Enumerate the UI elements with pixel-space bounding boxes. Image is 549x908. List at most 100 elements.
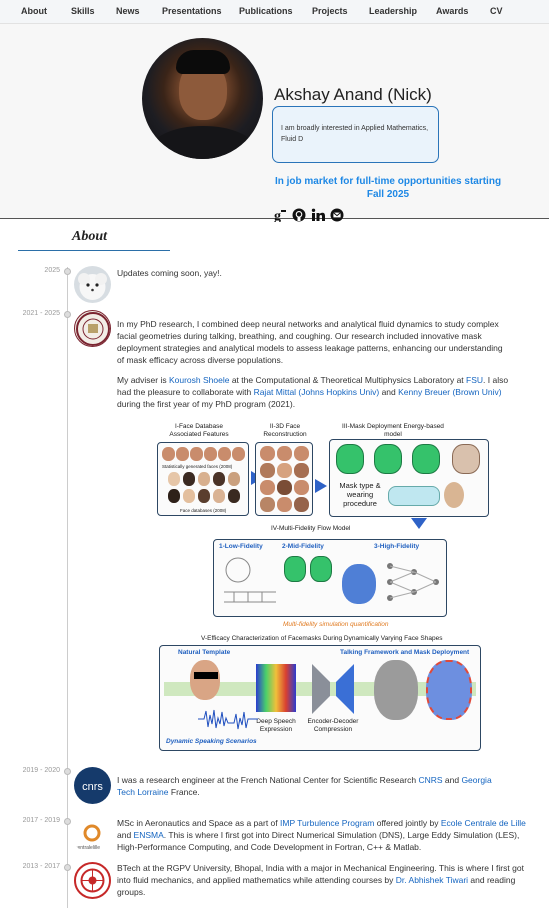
timeline-text-adviser: My adviser is Kourosh Shoele at the Comp… [117, 374, 509, 410]
circuit-diagram [224, 557, 276, 603]
linkedin-icon[interactable] [311, 208, 325, 222]
profile-name: Akshay Anand (Nick) [274, 85, 432, 104]
panel-efficacy-title: V-Efficacy Characterization of Facemasks… [201, 635, 443, 642]
text-span: and [442, 775, 462, 785]
link-fsu[interactable]: FSU [466, 375, 483, 385]
text-span: offered jointly by [374, 818, 441, 828]
timeline-dot [64, 768, 71, 775]
timeline-text-msc: MSc in Aeronautics and Space as a part o… [117, 817, 539, 853]
high-fidelity-label: 3-High-Fidelity [374, 543, 420, 550]
mask-shape [388, 486, 440, 506]
low-fidelity-label: 1-Low-Fidelity [219, 543, 263, 550]
link-abhishek-tiwari[interactable]: Dr. Abhishek Tiwari [396, 875, 468, 885]
nav-awards[interactable]: Awards [436, 6, 468, 16]
high-fidelity-face [342, 564, 376, 604]
green-mask-face [374, 444, 402, 474]
face-thumbnail [168, 472, 180, 486]
panel-mask-deployment: Mask type & wearing procedure [329, 439, 489, 517]
mf-quantification-label: Multi-fidelity simulation quantification [283, 621, 389, 628]
face-thumbnail [213, 489, 225, 503]
grey-3d-head [374, 660, 418, 720]
text-span: France. [168, 787, 200, 797]
text-span: and [117, 830, 134, 840]
timeline-dot [64, 818, 71, 825]
mask-type-label: Mask type & wearing procedure [339, 481, 381, 508]
rgpv-logo [74, 862, 111, 899]
svg-text:g: g [274, 209, 281, 222]
avatar-shirt [152, 126, 254, 159]
masked-3d-head [426, 660, 472, 720]
face-thumbnail [168, 489, 180, 503]
panel-multi-fidelity: 1-Low-Fidelity 2-Mid-Fidelity 3-High-Fid… [213, 539, 447, 617]
face-thumbnail [277, 463, 292, 478]
job-market-notice: In job market for full-time opportunitie… [274, 176, 502, 200]
panel-efficacy: Natural Template Talking Framework and M… [159, 645, 481, 751]
nav-projects[interactable]: Projects [312, 6, 348, 16]
nav-presentations[interactable]: Presentations [162, 6, 222, 16]
talking-framework-label: Talking Framework and Mask Deployment [340, 649, 470, 656]
face-thumbnail [277, 446, 292, 461]
face-thumbnail [232, 447, 245, 461]
puppy-photo [74, 266, 111, 303]
text-span: during the first year of my PhD program … [117, 399, 296, 409]
face-thumbnail [190, 447, 203, 461]
panel-face-db-sub2: Face databases (2008) [180, 508, 227, 513]
link-ensma[interactable]: ENSMA [134, 830, 164, 840]
link-centrale-lille[interactable]: Ecole Centrale de Lille [441, 818, 526, 828]
text-span: at the Computational & Theoretical Multi… [229, 375, 467, 385]
email-icon[interactable] [330, 208, 344, 222]
timeline-date: 2017 - 2019 [22, 817, 60, 824]
panel-3d-reconstruction [255, 442, 313, 516]
face-thumbnail [294, 480, 309, 495]
timeline-dot [64, 268, 71, 275]
research-figure: I-Face Database Associated Features Stat… [131, 415, 490, 755]
mid-fidelity-face [310, 556, 332, 582]
face-thumbnail [176, 447, 189, 461]
face-thumbnail [294, 497, 309, 512]
nav-skills[interactable]: Skills [71, 6, 95, 16]
nav-publications[interactable]: Publications [239, 6, 293, 16]
profile-header: Akshay Anand (Nick) I am broadly interes… [0, 24, 549, 222]
link-kenny-breuer[interactable]: Kenny Breuer (Brown Univ) [398, 387, 501, 397]
face-thumbnail [228, 472, 240, 486]
link-rajat-mittal[interactable]: Rajat Mittal (Johns Hopkins Univ) [254, 387, 380, 397]
nav-news[interactable]: News [116, 6, 140, 16]
neural-net-diagram [387, 563, 439, 601]
face-thumbnail [260, 480, 275, 495]
encoder-decoder-shape [312, 664, 354, 714]
avatar [142, 38, 263, 159]
panel-face-database: Statistically generated faces (2008) Fac… [157, 442, 249, 516]
nav-leadership[interactable]: Leadership [369, 6, 417, 16]
face-thumbnail [183, 472, 195, 486]
nav-about[interactable]: About [21, 6, 47, 16]
social-links: g [273, 207, 344, 223]
bio-box: I am broadly interested in Applied Mathe… [272, 106, 439, 163]
text-span: . This is where I first got into Direct … [117, 830, 520, 852]
face-thumbnail [162, 447, 175, 461]
natural-face [190, 660, 220, 700]
text-span: and [379, 387, 399, 397]
link-cnrs[interactable]: CNRS [418, 775, 442, 785]
timeline-date: 2025 [44, 267, 60, 274]
link-kourosh-shoele[interactable]: Kourosh Shoele [169, 375, 230, 385]
face-thumbnail [260, 463, 275, 478]
face-thumbnail [277, 480, 292, 495]
google-scholar-icon[interactable]: g [273, 208, 287, 222]
face-thumbnail [260, 446, 275, 461]
svg-text:cnrs: cnrs [82, 781, 103, 793]
link-imp-turbulence[interactable]: IMP Turbulence Program [280, 818, 374, 828]
head-profile [444, 482, 464, 508]
face-thumbnail [183, 489, 195, 503]
nav-cv[interactable]: CV [490, 6, 503, 16]
section-title-about: About [72, 229, 108, 244]
text-span: My adviser is [117, 375, 169, 385]
face-thumbnail [204, 447, 217, 461]
panel-face-db-title: I-Face Database Associated Features [169, 423, 229, 438]
photo-mask-face [452, 444, 480, 474]
section-divider [18, 250, 170, 251]
github-icon[interactable] [292, 208, 306, 222]
face-thumbnail [294, 446, 309, 461]
face-thumbnail [277, 497, 292, 512]
face-thumbnail [260, 497, 275, 512]
timeline-text-cnrs: I was a research engineer at the French … [117, 774, 509, 798]
